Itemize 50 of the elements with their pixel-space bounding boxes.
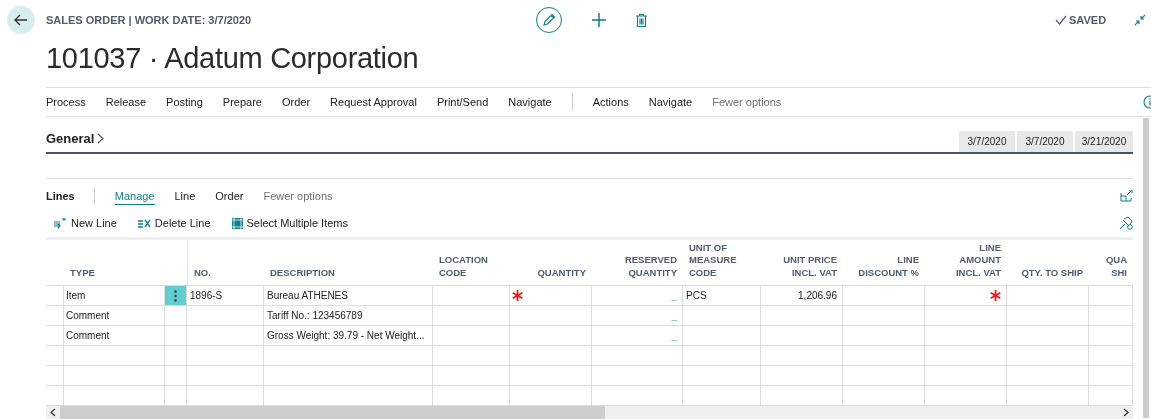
date-summary: 3/7/2020 [959,131,1015,152]
action-menu-item[interactable]: Print/Send [436,96,489,108]
column-header[interactable]: TYPE [70,266,95,279]
table-cell: 1,206.96 [798,290,837,301]
drilldown-link[interactable]: _ [671,290,677,301]
lines-tab[interactable]: Order [215,187,244,205]
table-cell: Comment [66,310,110,321]
column-header[interactable]: UNIT PRICE INCL. VAT [783,254,837,279]
column-header[interactable]: RESERVED QUANTITY [624,254,677,279]
section-header[interactable]: General [46,131,105,152]
table-cell: PCS [686,290,707,301]
page-caption: SALES ORDER | WORK DATE: 3/7/2020 [46,14,253,26]
column-header[interactable]: QTY. TO SHIP [1021,266,1083,279]
column-header[interactable]: QUA SHI [1105,254,1127,279]
drilldown-link[interactable]: _ [671,330,677,341]
toolbar-button[interactable]: Delete Line [137,217,211,229]
lines-tab[interactable]: Manage [114,187,155,205]
action-menu-item[interactable]: Order [281,96,311,108]
action-menu-item[interactable]: Process [46,96,86,108]
column-header[interactable]: QUANTITY [537,266,586,279]
table-cell: 1896-S [190,290,223,301]
column-header[interactable]: DESCRIPTION [270,266,335,279]
date-summary: 3/7/2020 [1017,131,1073,152]
table-cell: Tariff No.: 123456789 [267,310,363,321]
column-header[interactable]: LINE DISCOUNT % [858,254,919,279]
toolbar-button[interactable]: Select Multiple Items [231,217,348,229]
lines-tab[interactable]: Line [174,187,196,205]
action-menu-item[interactable]: Navigate [508,96,552,108]
date-summary: 3/21/2020 [1075,131,1133,152]
column-header[interactable]: UNIT OF MEASURE CODE [689,241,737,279]
column-header[interactable]: LINE AMOUNT INCL. VAT [955,241,1001,279]
action-menu-item[interactable]: Actions [592,96,629,108]
action-menu-item[interactable]: Navigate [648,96,693,108]
table-cell: Comment [66,330,110,341]
action-menu-item[interactable]: Release [105,96,147,108]
table-cell: Bureau ATHENES [267,290,348,301]
table-cell: Item [66,290,86,301]
column-header[interactable]: NO. [194,266,211,279]
page-title: 101037 · Adatum Corporation [45,41,420,76]
action-menu-item[interactable]: Prepare [222,96,262,108]
section-title: Lines [46,190,75,202]
action-menu-item[interactable]: Fewer options [712,96,782,108]
drilldown-link[interactable]: _ [671,310,677,321]
saved-label: SAVED [1069,14,1107,26]
lines-tab[interactable]: Fewer options [263,187,333,205]
column-header[interactable]: LOCATION CODE [439,254,488,279]
action-menu-item[interactable]: Request Approval [330,96,417,108]
table-cell: Gross Weight: 39.79 - Net Weight... [267,330,425,341]
toolbar-button[interactable]: New Line [54,217,117,229]
action-menu-item[interactable]: Posting [166,96,203,108]
